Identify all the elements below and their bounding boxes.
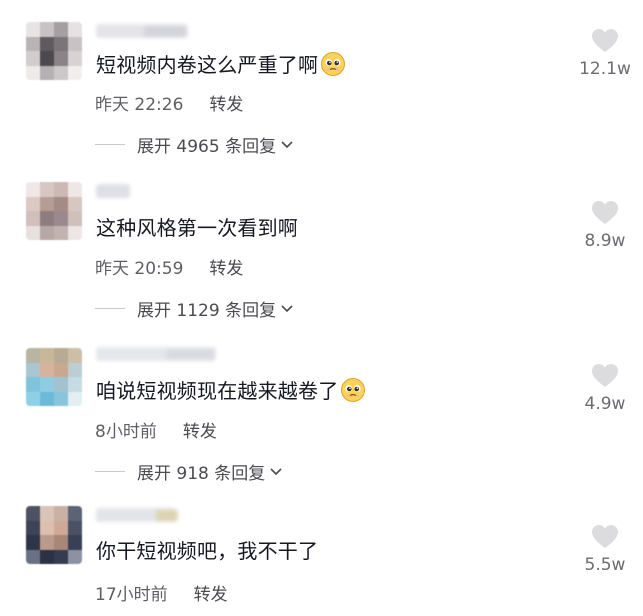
timestamp: 8小时前: [95, 422, 157, 442]
expand-replies-label: 展开 4965 条回复: [137, 136, 277, 157]
expand-replies-button[interactable]: 展开 4965 条回复: [95, 133, 296, 157]
chevron-down-icon: [270, 468, 282, 476]
heart-icon: [592, 201, 618, 224]
like-button[interactable]: 12.1w: [570, 28, 640, 79]
avatar[interactable]: [26, 22, 82, 80]
pleading-face-emoji-icon: [341, 378, 366, 402]
comment-meta: 8小时前 转发: [95, 417, 217, 442]
expand-replies-label: 展开 1129 条回复: [137, 300, 277, 321]
like-button[interactable]: 5.5w: [570, 524, 640, 575]
username[interactable]: [96, 347, 216, 361]
username[interactable]: [96, 184, 130, 198]
avatar[interactable]: [26, 182, 82, 240]
heart-icon: [592, 29, 618, 52]
like-button[interactable]: 8.9w: [570, 200, 640, 251]
like-count: 8.9w: [584, 231, 626, 251]
comment-text: 你干短视频吧，我不干了: [96, 539, 319, 563]
divider-line: [95, 470, 125, 472]
pleading-face-emoji-icon: [321, 52, 346, 76]
like-count: 5.5w: [584, 555, 626, 575]
username[interactable]: [96, 24, 188, 38]
comment-meta: 17小时前 转发: [95, 580, 228, 605]
expand-replies-label: 展开 918 条回复: [137, 463, 266, 484]
comment-text: 这种风格第一次看到啊: [96, 216, 298, 240]
forward-button[interactable]: 转发: [183, 422, 217, 442]
timestamp: 昨天 22:26: [95, 95, 184, 115]
heart-icon: [592, 525, 618, 548]
divider-line: [95, 143, 125, 145]
username[interactable]: [96, 508, 178, 522]
expand-replies-button[interactable]: 展开 918 条回复: [95, 460, 285, 484]
comment-meta: 昨天 20:59 转发: [95, 254, 243, 279]
like-count: 12.1w: [579, 59, 631, 79]
comment-text: 咱说短视频现在越来越卷了: [96, 377, 366, 404]
heart-icon: [592, 364, 618, 387]
like-count: 4.9w: [584, 394, 626, 414]
timestamp: 17小时前: [95, 585, 168, 605]
divider-line: [95, 307, 125, 309]
forward-button[interactable]: 转发: [209, 95, 243, 115]
comment-meta: 昨天 22:26 转发: [95, 90, 243, 115]
avatar[interactable]: [26, 506, 82, 564]
chevron-down-icon: [281, 141, 293, 149]
forward-button[interactable]: 转发: [194, 585, 228, 605]
timestamp: 昨天 20:59: [95, 259, 184, 279]
chevron-down-icon: [281, 305, 293, 313]
forward-button[interactable]: 转发: [209, 259, 243, 279]
comment-text: 短视频内卷这么严重了啊: [96, 51, 346, 78]
like-button[interactable]: 4.9w: [570, 363, 640, 414]
expand-replies-button[interactable]: 展开 1129 条回复: [95, 297, 296, 321]
avatar[interactable]: [26, 348, 82, 406]
